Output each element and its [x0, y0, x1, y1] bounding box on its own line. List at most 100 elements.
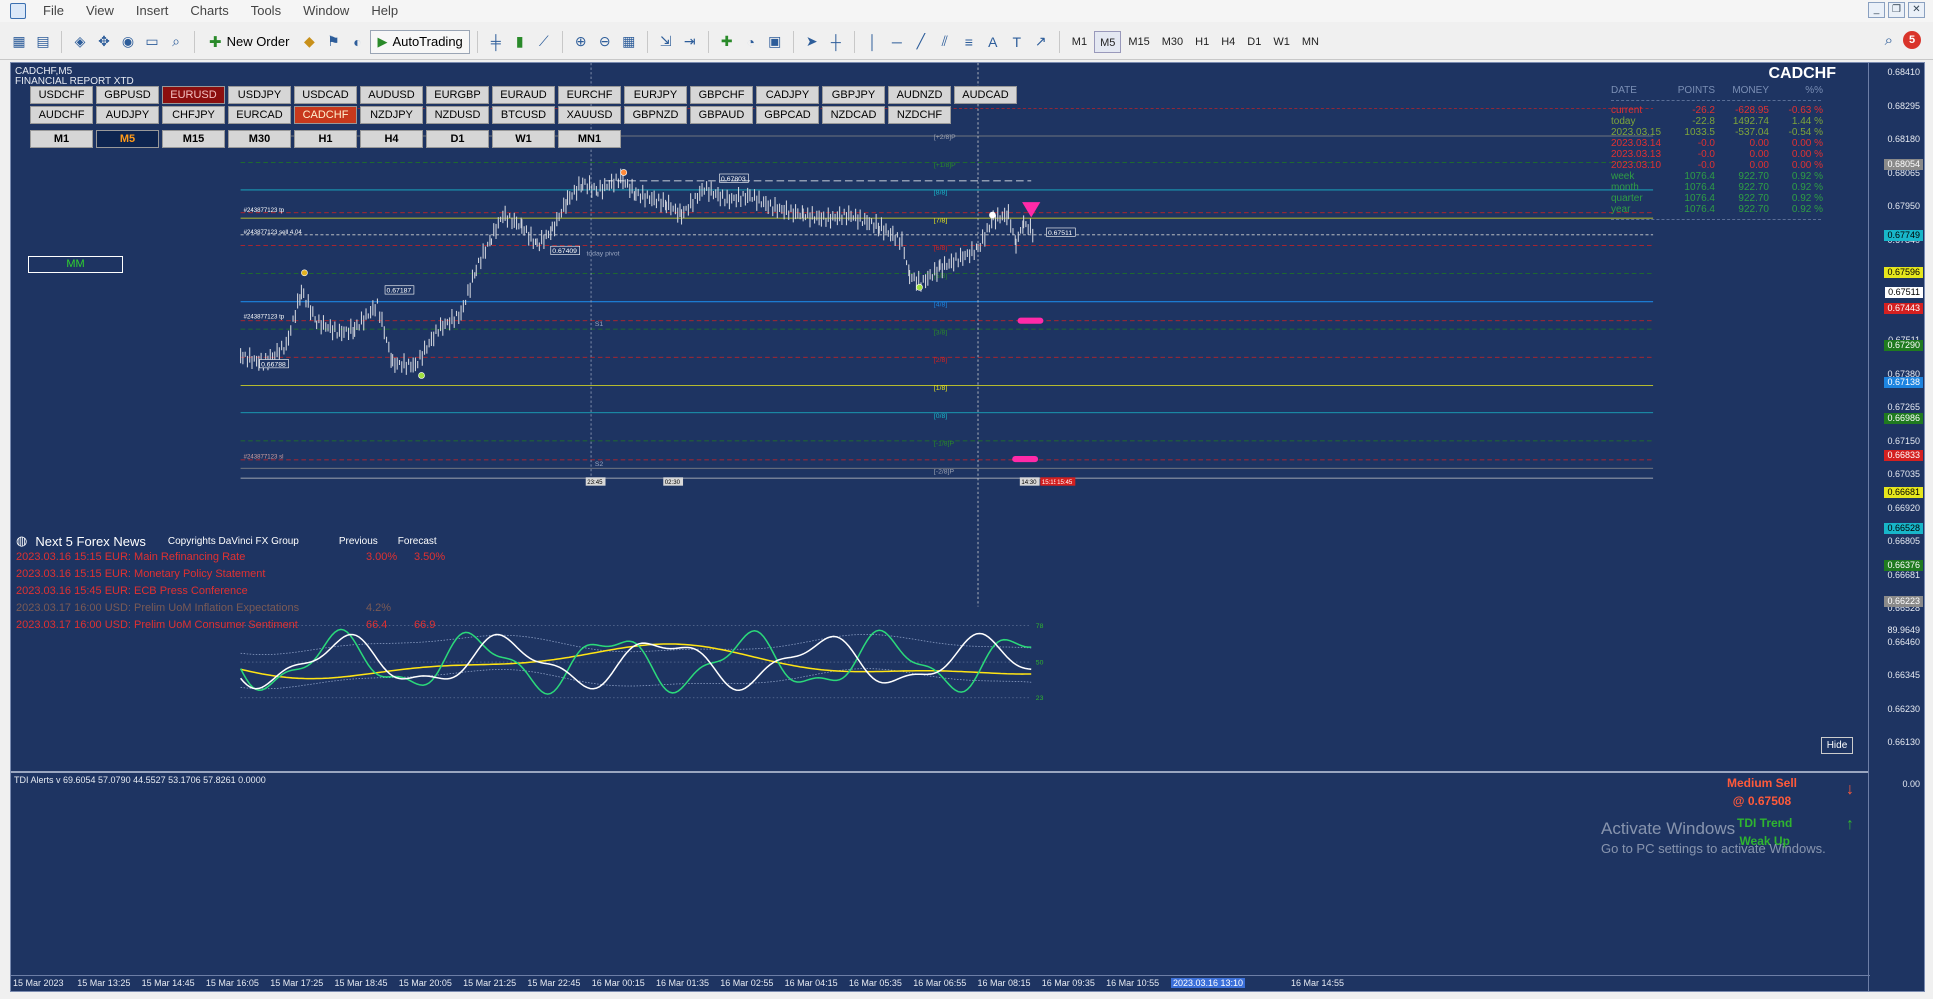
hide-news-button[interactable]: Hide: [1821, 737, 1853, 754]
search-icon[interactable]: ⌕: [1885, 32, 1893, 49]
terminal-icon[interactable]: ▭: [141, 31, 163, 53]
symbol-button-euraud[interactable]: EURAUD: [492, 86, 555, 104]
templates-icon[interactable]: ▣: [764, 31, 786, 53]
symbol-button-audcad[interactable]: AUDCAD: [954, 86, 1017, 104]
timeframe-m30[interactable]: M30: [1157, 31, 1188, 53]
data-window-icon[interactable]: ✥: [93, 31, 115, 53]
signals-icon[interactable]: ⚑: [322, 31, 344, 53]
metaeditor-icon[interactable]: ◆: [298, 31, 320, 53]
symbol-button-eurjpy[interactable]: EURJPY: [624, 86, 687, 104]
timeframe-m1[interactable]: M1: [1067, 31, 1092, 53]
autotrading-button[interactable]: ▶ AutoTrading: [370, 29, 470, 54]
symbol-button-usdchf[interactable]: USDCHF: [30, 86, 93, 104]
chart-tf-button-m5[interactable]: M5: [96, 130, 159, 148]
horizontal-line-icon[interactable]: ─: [886, 31, 908, 53]
zoom-in-icon[interactable]: ⊕: [570, 31, 592, 53]
menu-file[interactable]: File: [32, 0, 75, 22]
cursor-icon[interactable]: ➤: [801, 31, 823, 53]
chart-tf-button-m15[interactable]: M15: [162, 130, 225, 148]
line-chart-icon[interactable]: ⟋: [533, 31, 555, 53]
menu-help[interactable]: Help: [360, 0, 409, 22]
symbol-button-eurcad[interactable]: EURCAD: [228, 106, 291, 124]
autoscroll-icon[interactable]: ⇲: [655, 31, 677, 53]
close-icon[interactable]: ✕: [1908, 2, 1925, 18]
symbol-button-gbpnzd[interactable]: GBPNZD: [624, 106, 687, 124]
chart-tf-button-h4[interactable]: H4: [360, 130, 423, 148]
timeframe-m5[interactable]: M5: [1094, 30, 1122, 53]
chart-tf-button-m30[interactable]: M30: [228, 130, 291, 148]
new-chart-icon[interactable]: ▦: [8, 31, 30, 53]
vertical-line-icon[interactable]: │: [862, 31, 884, 53]
symbol-button-gbpchf[interactable]: GBPCHF: [690, 86, 753, 104]
menu-tools[interactable]: Tools: [240, 0, 292, 22]
symbol-button-nzdusd[interactable]: NZDUSD: [426, 106, 489, 124]
minimize-icon[interactable]: _: [1868, 2, 1885, 18]
timeframe-h1[interactable]: H1: [1190, 31, 1214, 53]
chart-tf-button-d1[interactable]: D1: [426, 130, 489, 148]
text-icon[interactable]: A: [982, 31, 1004, 53]
market-watch-icon[interactable]: ◈: [69, 31, 91, 53]
bar-chart-icon[interactable]: ╪: [485, 31, 507, 53]
symbol-button-xauusd[interactable]: XAUUSD: [558, 106, 621, 124]
symbol-button-cadchf[interactable]: CADCHF: [294, 106, 357, 124]
pink-zone-marker: [1012, 456, 1039, 463]
time-axis-label: 16 Mar 02:55: [720, 978, 774, 988]
symbol-button-gbpcad[interactable]: GBPCAD: [756, 106, 819, 124]
symbol-button-audchf[interactable]: AUDCHF: [30, 106, 93, 124]
timeframe-h4[interactable]: H4: [1216, 31, 1240, 53]
chart-tf-button-mn1[interactable]: MN1: [558, 130, 621, 148]
symbol-button-usdjpy[interactable]: USDJPY: [228, 86, 291, 104]
symbol-button-usdcad[interactable]: USDCAD: [294, 86, 357, 104]
symbol-button-nzdjpy[interactable]: NZDJPY: [360, 106, 423, 124]
symbol-button-gbpjpy[interactable]: GBPJPY: [822, 86, 885, 104]
zoom-out-icon[interactable]: ⊖: [594, 31, 616, 53]
symbol-button-audjpy[interactable]: AUDJPY: [96, 106, 159, 124]
time-axis[interactable]: 15 Mar 2023 15 Mar 13:25 15 Mar 14:45 15 Ma…: [11, 975, 1870, 991]
text-label-icon[interactable]: T: [1006, 31, 1028, 53]
new-order-button[interactable]: ✚ New Order: [202, 30, 296, 54]
menu-charts[interactable]: Charts: [179, 0, 239, 22]
menu-insert[interactable]: Insert: [125, 0, 180, 22]
periods-icon[interactable]: ◔: [740, 31, 762, 53]
channel-icon[interactable]: ⫽: [934, 31, 956, 53]
indicators-icon[interactable]: ✚: [716, 31, 738, 53]
chart-window[interactable]: [+2/8]P [+1/8]P [8/8] [7/8] [6/8] [5/8] [4/8] […: [10, 62, 1925, 992]
symbol-button-audnzd[interactable]: AUDNZD: [888, 86, 951, 104]
trendline-icon[interactable]: ╱: [910, 31, 932, 53]
chart-tf-button-w1[interactable]: W1: [492, 130, 555, 148]
symbol-button-eurusd[interactable]: EURUSD: [162, 86, 225, 104]
menu-window[interactable]: Window: [292, 0, 360, 22]
symbol-button-chfjpy[interactable]: CHFJPY: [162, 106, 225, 124]
symbol-button-audusd[interactable]: AUDUSD: [360, 86, 423, 104]
strategy-tester-icon[interactable]: ⌕: [165, 31, 187, 53]
candlestick-icon[interactable]: ▮: [509, 31, 531, 53]
symbol-button-gbpaud[interactable]: GBPAUD: [690, 106, 753, 124]
tdi-subwindow[interactable]: TDI Alerts v 69.6054 57.0790 44.5527 53.…: [11, 771, 1870, 976]
order-label: #243877123 sell 4.04: [244, 229, 303, 236]
alert-badge[interactable]: 5: [1903, 31, 1921, 49]
chart-tf-button-m1[interactable]: M1: [30, 130, 93, 148]
timeframe-mn[interactable]: MN: [1297, 31, 1324, 53]
fibonacci-icon[interactable]: ≡: [958, 31, 980, 53]
restore-icon[interactable]: ❐: [1888, 2, 1905, 18]
profiles-icon[interactable]: ▤: [32, 31, 54, 53]
timeframe-w1[interactable]: W1: [1268, 31, 1295, 53]
chart-shift-icon[interactable]: ⇥: [679, 31, 701, 53]
symbol-button-btcusd[interactable]: BTCUSD: [492, 106, 555, 124]
symbol-button-nzdcad[interactable]: NZDCAD: [822, 106, 885, 124]
symbol-button-eurchf[interactable]: EURCHF: [558, 86, 621, 104]
navigator-icon[interactable]: ◉: [117, 31, 139, 53]
timeframe-m15[interactable]: M15: [1123, 31, 1154, 53]
crosshair-icon[interactable]: ┼: [825, 31, 847, 53]
tile-windows-icon[interactable]: ▦: [618, 31, 640, 53]
symbol-button-nzdchf[interactable]: NZDCHF: [888, 106, 951, 124]
timeframe-d1[interactable]: D1: [1242, 31, 1266, 53]
menu-view[interactable]: View: [75, 0, 125, 22]
price-axis[interactable]: 0.684100.682950.681800.680650.679500.678…: [1868, 63, 1924, 991]
symbol-button-cadjpy[interactable]: CADJPY: [756, 86, 819, 104]
market-icon[interactable]: ◐: [346, 31, 368, 53]
symbol-button-gbpusd[interactable]: GBPUSD: [96, 86, 159, 104]
symbol-button-eurgbp[interactable]: EURGBP: [426, 86, 489, 104]
arrows-icon[interactable]: ↗: [1030, 31, 1052, 53]
chart-tf-button-h1[interactable]: H1: [294, 130, 357, 148]
